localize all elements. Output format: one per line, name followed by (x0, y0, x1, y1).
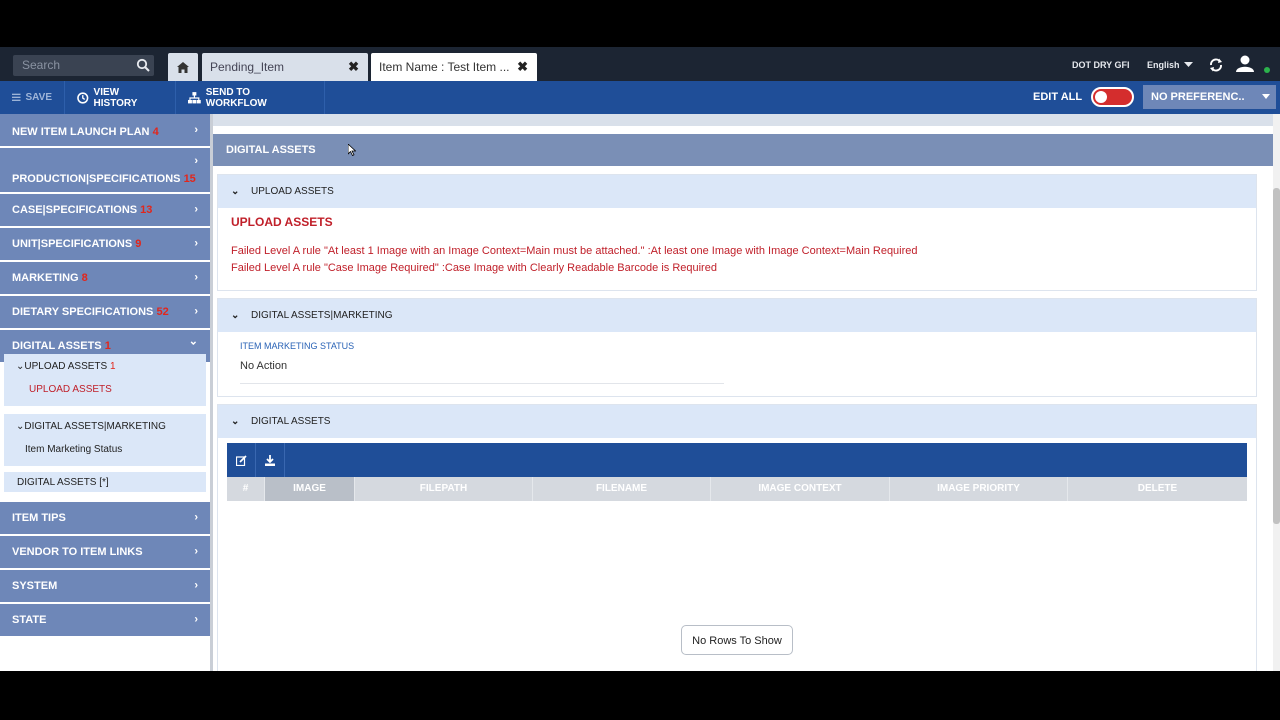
upload-assets-title: UPLOAD ASSETS (231, 215, 333, 229)
main-top-strip (213, 114, 1273, 126)
view-history-button[interactable]: VIEW HISTORY (65, 81, 176, 114)
language-select[interactable]: English (1147, 60, 1180, 70)
upload-assets-panel: ⌄ UPLOAD ASSETS UPLOAD ASSETS Failed Lev… (217, 174, 1257, 291)
error-message: Failed Level A rule "At least 1 Image wi… (231, 245, 918, 257)
save-label: SAVE (25, 92, 53, 103)
sync-icon[interactable] (1208, 57, 1224, 73)
sidebar-sub-label: UPLOAD ASSETS (24, 361, 108, 372)
sidebar-sub-digital-assets-star[interactable]: DIGITAL ASSETS [*] (4, 472, 206, 492)
column-header[interactable]: IMAGE PRIORITY (890, 477, 1068, 501)
home-icon (177, 61, 189, 73)
panel-header-label: DIGITAL ASSETS|MARKETING (251, 310, 393, 321)
edit-button[interactable] (227, 443, 256, 477)
sidebar-sub-child[interactable]: Item Marketing Status (25, 444, 122, 455)
search-input[interactable]: Search (13, 55, 154, 76)
panel-header[interactable]: ⌄ UPLOAD ASSETS (218, 175, 1256, 208)
search-placeholder: Search (22, 58, 61, 72)
tab-label: Item Name : Test Item ... (379, 60, 510, 74)
view-history-label: VIEW HISTORY (93, 86, 138, 109)
sidebar-sub-label: DIGITAL ASSETS [*] (17, 477, 109, 488)
tab-item-name[interactable]: Item Name : Test Item ... ✖ (371, 53, 537, 81)
column-header[interactable]: IMAGE (265, 477, 355, 501)
action-toolbar: SAVE VIEW HISTORY SEND TO WORKFLOW EDIT … (0, 81, 1280, 114)
column-header[interactable]: DELETE (1068, 477, 1247, 501)
field-underline (240, 383, 724, 384)
column-header[interactable]: FILEPATH (355, 477, 533, 501)
toggle-knob (1095, 91, 1107, 103)
preference-select[interactable]: NO PREFERENC.. (1143, 85, 1276, 109)
chevron-down-icon: ⌄ (231, 186, 240, 197)
no-rows-message: No Rows To Show (681, 625, 793, 655)
app-window: Search Pending_Item ✖ Item Name : Test I… (0, 47, 1280, 671)
chevron-down-icon: ⌄ (231, 416, 240, 427)
item-marketing-status-value[interactable]: No Action (240, 360, 287, 372)
online-status-dot (1264, 67, 1270, 73)
clock-icon (77, 91, 89, 104)
caret-down-icon (1262, 94, 1270, 99)
chevron-down-icon: ⌄ (231, 310, 240, 321)
column-header[interactable]: FILENAME (533, 477, 711, 501)
caret-down-icon[interactable] (1184, 62, 1193, 68)
sidebar-sub-header: ⌄DIGITAL ASSETS|MARKETING (16, 421, 166, 432)
sidebar-sub-header: ⌄UPLOAD ASSETS 1 (16, 361, 116, 372)
scroll-thumb[interactable] (1273, 188, 1280, 524)
digital-assets-marketing-panel: ⌄ DIGITAL ASSETS|MARKETING ITEM MARKETIN… (217, 298, 1257, 397)
close-icon[interactable]: ✖ (348, 53, 359, 81)
list-icon (12, 93, 21, 101)
save-button[interactable]: SAVE (0, 81, 65, 114)
user-name[interactable]: DOT DRY GFI (1072, 60, 1130, 70)
tab-label: Pending_Item (210, 60, 285, 74)
sitemap-icon (188, 91, 201, 103)
user-avatar-icon[interactable] (1236, 55, 1254, 72)
tab-pending-item[interactable]: Pending_Item ✖ (202, 53, 368, 81)
main-content: DIGITAL ASSETS ⌄ UPLOAD ASSETS UPLOAD AS… (213, 114, 1273, 671)
edit-all-label: EDIT ALL (1033, 91, 1083, 103)
panel-header-label: UPLOAD ASSETS (251, 186, 334, 197)
grid-header: # IMAGE FILEPATH FILENAME IMAGE CONTEXT … (227, 477, 1247, 501)
sidebar-sub-digital-assets-marketing[interactable]: ⌄DIGITAL ASSETS|MARKETING Item Marketing… (4, 414, 206, 466)
section-header: DIGITAL ASSETS (213, 134, 1273, 166)
home-tab[interactable] (168, 53, 198, 81)
panel-header[interactable]: ⌄ DIGITAL ASSETS (218, 405, 1256, 438)
sidebar-sub-upload-assets[interactable]: ⌄UPLOAD ASSETS 1 UPLOAD ASSETS (4, 354, 206, 406)
column-header[interactable]: # (227, 477, 265, 501)
download-button[interactable] (256, 443, 285, 477)
sidebar-sub-child[interactable]: UPLOAD ASSETS (29, 384, 112, 395)
sidebar-sub-label: DIGITAL ASSETS|MARKETING (24, 421, 166, 432)
sidebar-sub-count: 1 (109, 361, 116, 372)
item-marketing-status-label: ITEM MARKETING STATUS (240, 341, 355, 351)
grid-toolbar (227, 443, 1247, 477)
error-message: Failed Level A rule "Case Image Required… (231, 262, 717, 274)
edit-icon (235, 454, 247, 466)
search-icon[interactable] (136, 58, 150, 72)
close-icon[interactable]: ✖ (517, 53, 528, 81)
mouse-cursor-icon (348, 144, 356, 156)
sidebar-subtree: ⌄UPLOAD ASSETS 1 UPLOAD ASSETS ⌄DIGITAL … (0, 114, 210, 671)
preference-value: NO PREFERENC.. (1151, 91, 1245, 103)
send-to-workflow-button[interactable]: SEND TO WORKFLOW (176, 81, 325, 114)
page-scrollbar[interactable] (1273, 114, 1280, 671)
tab-bar: Search Pending_Item ✖ Item Name : Test I… (0, 47, 1280, 81)
download-icon (265, 454, 275, 466)
edit-all-toggle[interactable] (1091, 87, 1134, 107)
panel-header-label: DIGITAL ASSETS (251, 416, 331, 427)
send-to-workflow-label: SEND TO WORKFLOW (205, 86, 267, 109)
panel-header[interactable]: ⌄ DIGITAL ASSETS|MARKETING (218, 299, 1256, 332)
column-header[interactable]: IMAGE CONTEXT (711, 477, 890, 501)
